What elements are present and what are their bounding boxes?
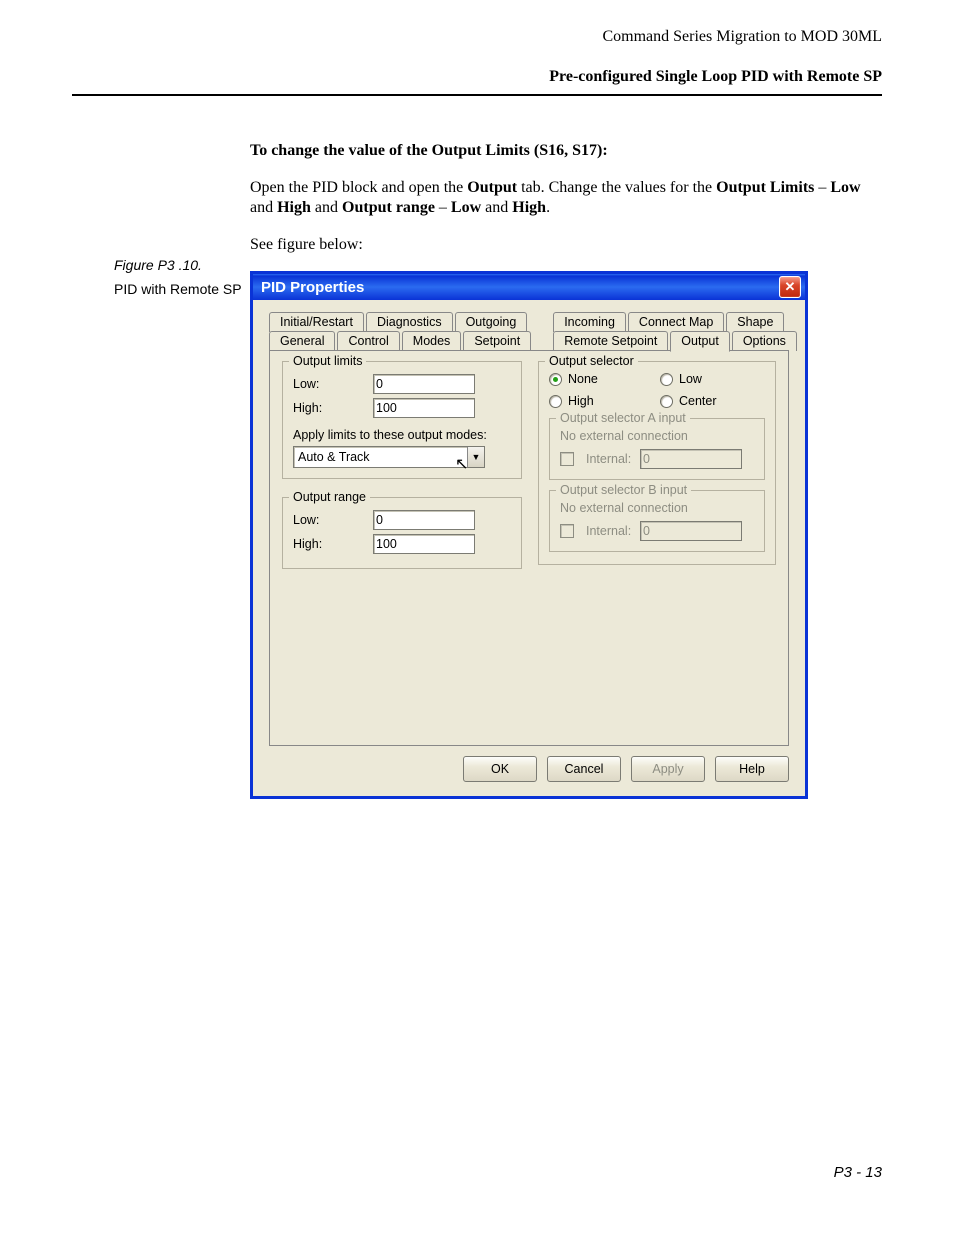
input-a-internal	[640, 449, 742, 469]
radio-selector-none[interactable]: None	[549, 372, 654, 386]
close-button[interactable]: ✕	[779, 276, 801, 298]
label-a-internal: Internal:	[586, 452, 634, 466]
pid-properties-dialog: PID Properties ✕ Initial/Restart Diagnos…	[250, 271, 808, 799]
label-limits-low: Low:	[293, 377, 365, 391]
tab-remote-setpoint[interactable]: Remote Setpoint	[553, 331, 668, 351]
titlebar[interactable]: PID Properties ✕	[253, 274, 805, 300]
tab-incoming[interactable]: Incoming	[553, 312, 626, 332]
cancel-button[interactable]: Cancel	[547, 756, 621, 782]
input-range-low[interactable]	[373, 510, 475, 530]
close-icon: ✕	[785, 279, 796, 295]
titlebar-text: PID Properties	[261, 279, 364, 296]
legend-output-limits: Output limits	[289, 354, 366, 368]
tab-panel-output: Output limits Low: High: Apply limits to…	[269, 350, 789, 746]
legend-selector-b: Output selector B input	[556, 483, 691, 497]
legend-output-selector: Output selector	[545, 354, 638, 368]
combo-apply-limits-value: Auto & Track	[294, 450, 467, 464]
ok-button[interactable]: OK	[463, 756, 537, 782]
body-heading: To change the value of the Output Limits…	[250, 142, 882, 160]
input-range-high[interactable]	[373, 534, 475, 554]
apply-button[interactable]: Apply	[631, 756, 705, 782]
label-a-noext: No external connection	[560, 429, 754, 443]
tab-output[interactable]: Output	[670, 331, 730, 352]
label-b-internal: Internal:	[586, 524, 634, 538]
legend-selector-a: Output selector A input	[556, 411, 690, 425]
body-paragraph: Open the PID block and open the Output t…	[250, 178, 882, 219]
radio-selector-low[interactable]: Low	[660, 372, 765, 386]
page-number: P3 - 13	[834, 1164, 882, 1181]
tab-general[interactable]: General	[269, 331, 335, 351]
input-b-internal	[640, 521, 742, 541]
doc-section-header: Pre-configured Single Loop PID with Remo…	[72, 68, 882, 92]
label-b-noext: No external connection	[560, 501, 754, 515]
label-range-low: Low:	[293, 513, 365, 527]
fieldset-selector-b-input: Output selector B input No external conn…	[549, 490, 765, 552]
input-limits-low[interactable]	[373, 374, 475, 394]
tab-shape[interactable]: Shape	[726, 312, 784, 332]
tab-initial-restart[interactable]: Initial/Restart	[269, 312, 364, 332]
radio-selector-high[interactable]: High	[549, 394, 654, 408]
combo-apply-limits[interactable]: Auto & Track ▼	[293, 446, 485, 468]
figure-caption: Figure P3 .10. PID with Remote SP	[114, 256, 244, 298]
tab-outgoing[interactable]: Outgoing	[455, 312, 528, 332]
help-button[interactable]: Help	[715, 756, 789, 782]
doc-running-header: Command Series Migration to MOD 30ML	[72, 28, 882, 46]
tab-setpoint[interactable]: Setpoint	[463, 331, 531, 351]
label-limits-high: High:	[293, 401, 365, 415]
tab-connect-map[interactable]: Connect Map	[628, 312, 724, 332]
tab-modes[interactable]: Modes	[402, 331, 462, 351]
chevron-down-icon[interactable]: ▼	[467, 447, 484, 467]
checkbox-a-internal	[560, 452, 574, 466]
radio-selector-center[interactable]: Center	[660, 394, 765, 408]
tab-control[interactable]: Control	[337, 331, 399, 351]
fieldset-output-selector: Output selector None Low	[538, 361, 776, 565]
radio-dot-icon	[553, 377, 558, 382]
tab-options[interactable]: Options	[732, 331, 797, 351]
fieldset-output-limits: Output limits Low: High: Apply limits to…	[282, 361, 522, 479]
fieldset-selector-a-input: Output selector A input No external conn…	[549, 418, 765, 480]
fieldset-output-range: Output range Low: High:	[282, 497, 522, 569]
tab-diagnostics[interactable]: Diagnostics	[366, 312, 453, 332]
figure-number: Figure P3 .10.	[114, 256, 244, 274]
label-range-high: High:	[293, 537, 365, 551]
body-see-below: See figure below:	[250, 235, 882, 255]
header-rule	[72, 94, 882, 96]
input-limits-high[interactable]	[373, 398, 475, 418]
legend-output-range: Output range	[289, 490, 370, 504]
checkbox-b-internal	[560, 524, 574, 538]
figure-title: PID with Remote SP	[114, 280, 244, 298]
label-apply-limits: Apply limits to these output modes:	[293, 428, 511, 442]
